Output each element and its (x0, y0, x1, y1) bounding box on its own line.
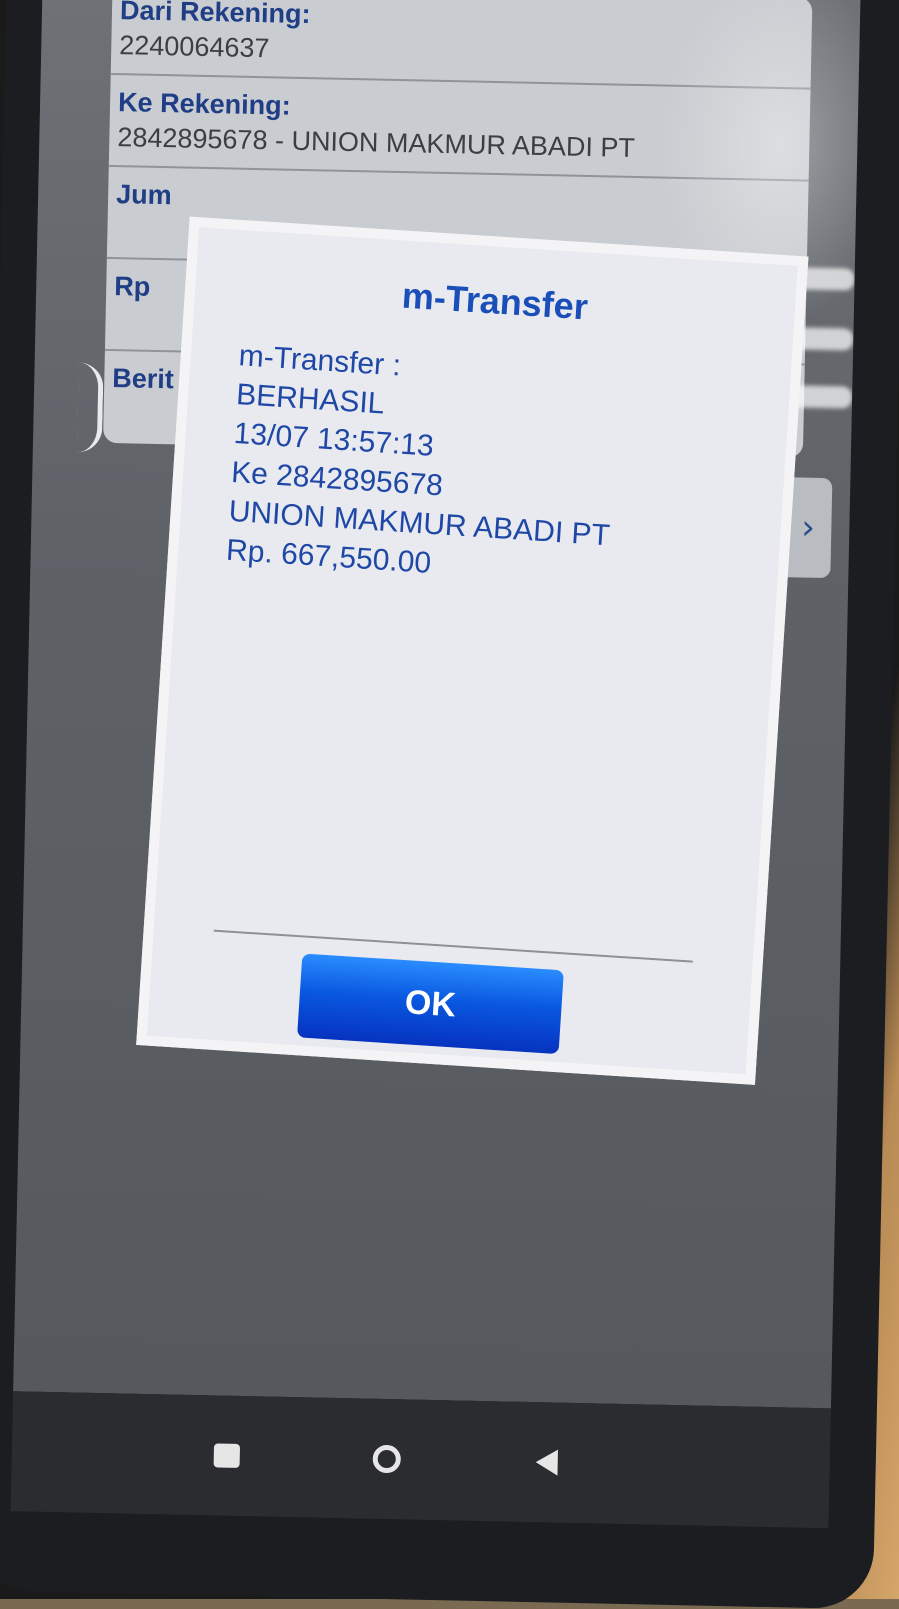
dialog-divider (213, 929, 693, 963)
home-icon (372, 1444, 402, 1474)
android-nav-bar (10, 1391, 831, 1529)
phone-body: Dari Rekening: 2240064637 Ke Rekening: 2… (0, 0, 899, 1609)
back-button[interactable] (521, 1437, 572, 1488)
back-icon (535, 1449, 559, 1476)
ok-button[interactable]: OK (297, 953, 564, 1055)
dialog-message: m-Transfer : BERHASIL 13/07 13:57:13 Ke … (177, 333, 791, 605)
chevron-right-icon[interactable]: › (801, 508, 815, 548)
transfer-result-dialog: m-Transfer m-Transfer : BERHASIL 13/07 1… (136, 216, 809, 1085)
recents-icon (213, 1443, 241, 1468)
phone-screen: Dari Rekening: 2240064637 Ke Rekening: 2… (13, 0, 862, 1409)
recents-button[interactable] (201, 1430, 252, 1481)
home-button[interactable] (361, 1434, 412, 1485)
edge-bracket (76, 362, 104, 453)
dialog-title: m-Transfer (400, 274, 590, 328)
